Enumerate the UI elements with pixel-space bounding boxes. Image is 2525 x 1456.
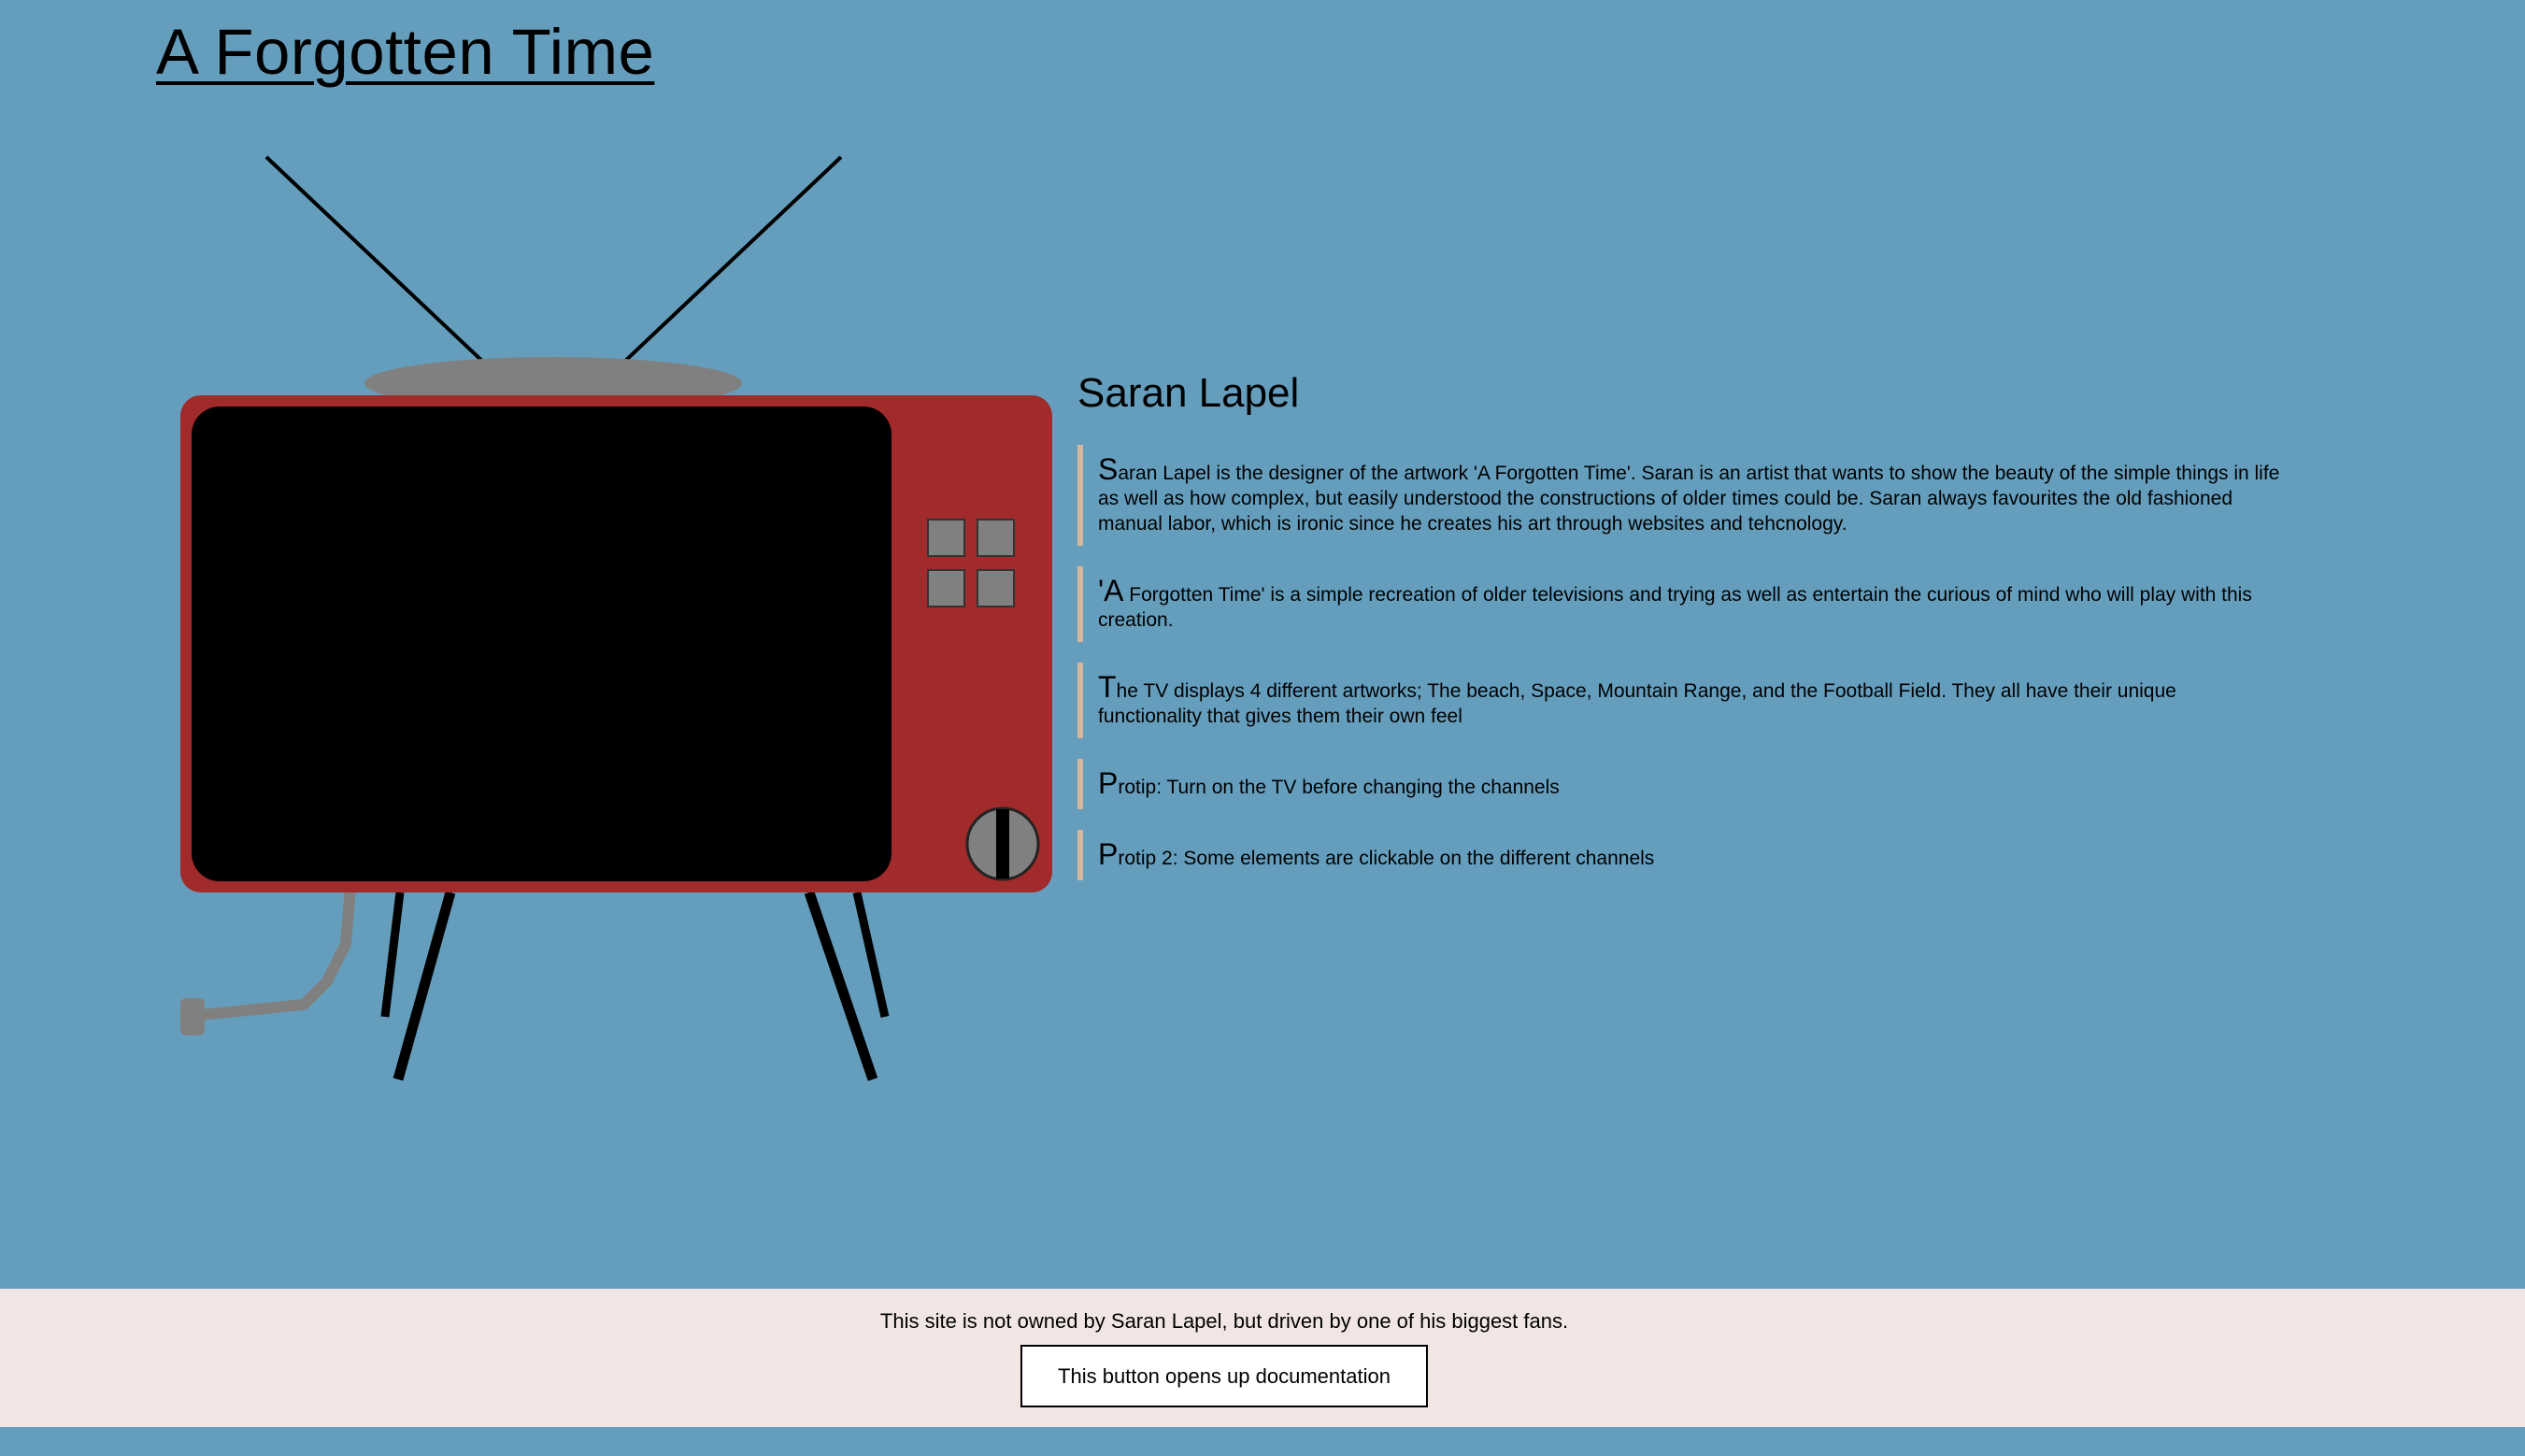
tv-leg-back-right	[852, 892, 890, 1018]
tv-screen[interactable]	[192, 407, 892, 881]
bio-text: he TV displays 4 different artworks; The…	[1098, 679, 2176, 727]
footer: This site is not owned by Saran Lapel, b…	[0, 1289, 2525, 1427]
protip-paragraph-2: Protip 2: Some elements are clickable on…	[1077, 829, 2285, 880]
tv-artwork	[0, 0, 1075, 1121]
channel-button-1[interactable]	[927, 519, 965, 557]
bio-text: rotip 2: Some elements are clickable on …	[1118, 847, 1655, 869]
tv-leg-front-left	[392, 891, 456, 1081]
channel-button-4[interactable]	[977, 569, 1015, 607]
bio-paragraph-2: 'A Forgotten Time' is a simple recreatio…	[1077, 565, 2285, 642]
left-antenna	[264, 155, 488, 366]
bio-initial: P	[1098, 836, 1119, 871]
protip-paragraph-1: Protip: Turn on the TV before changing t…	[1077, 758, 2285, 809]
bio-initial: S	[1098, 451, 1119, 486]
power-knob-icon[interactable]	[965, 807, 1040, 881]
bio-initial: T	[1098, 669, 1117, 704]
right-antenna	[620, 155, 843, 366]
power-cord	[191, 887, 356, 1021]
tv-leg-back-left	[380, 892, 405, 1018]
documentation-button[interactable]: This button opens up documentation	[1020, 1345, 1428, 1407]
bio-paragraph-3: The TV displays 4 different artworks; Th…	[1077, 662, 2285, 738]
artist-name-heading: Saran Lapel	[1077, 370, 1300, 416]
bio-text: aran Lapel is the designer of the artwor…	[1098, 462, 2280, 535]
artist-info-section: Saran Lapel Saran Lapel is the designer …	[1077, 369, 2292, 901]
bio-initial: 'A	[1098, 573, 1124, 607]
bio-initial: P	[1098, 765, 1119, 800]
bio-paragraph-1: Saran Lapel is the designer of the artwo…	[1077, 444, 2285, 546]
channel-button-3[interactable]	[927, 569, 965, 607]
channel-button-2[interactable]	[977, 519, 1015, 557]
footer-disclaimer: This site is not owned by Saran Lapel, b…	[879, 1309, 1569, 1333]
bio-text: rotip: Turn on the TV before changing th…	[1118, 776, 1560, 798]
power-plug-icon	[180, 998, 205, 1035]
bio-text: Forgotten Time' is a simple recreation o…	[1098, 583, 2252, 631]
